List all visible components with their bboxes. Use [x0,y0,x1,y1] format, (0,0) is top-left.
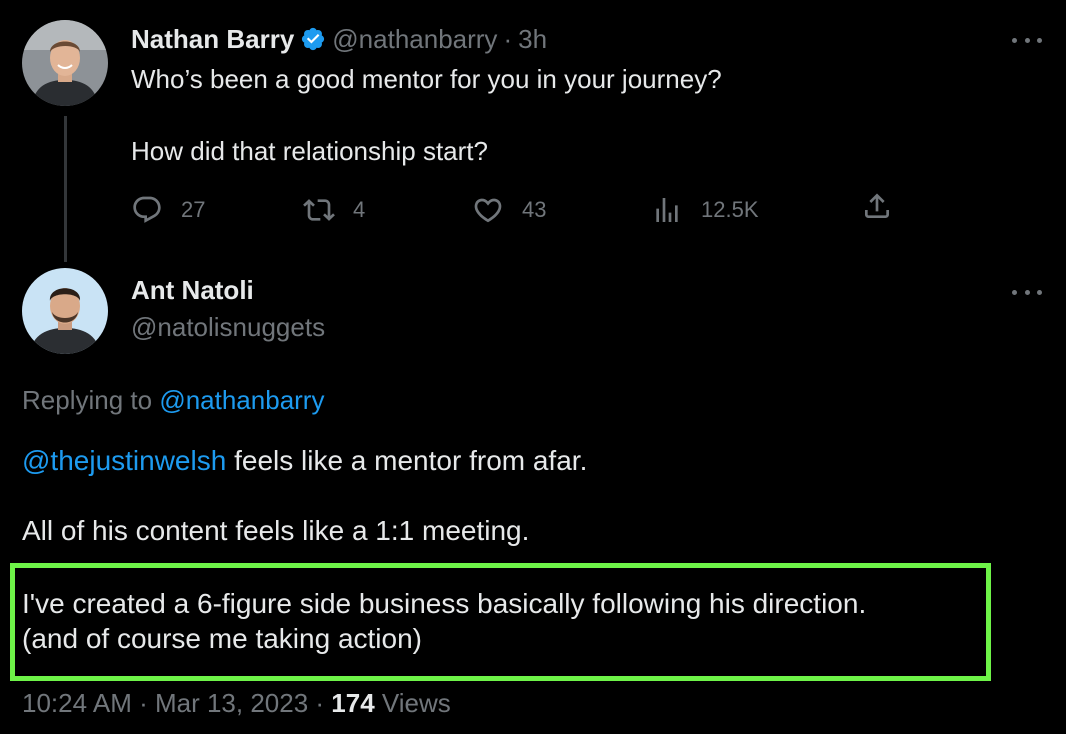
share-icon [865,193,889,218]
reply-button[interactable]: 27 [131,190,205,230]
retweet-icon [303,199,335,221]
reply-count: 27 [181,197,206,222]
analytics-icon [656,198,678,222]
views-button[interactable]: 12.5K [651,190,759,230]
share-button[interactable] [861,190,893,222]
reply-text-line-2: All of his content feels like a 1:1 meet… [22,515,530,546]
views-count: 12.5K [701,197,759,222]
retweet-button[interactable]: 4 [303,190,365,230]
avatar-photo-icon [22,268,108,354]
replying-to-label: Replying to [22,385,160,415]
tweet-header: Nathan Barry @nathanbarry · 3h [131,22,547,56]
avatar-photo-icon [22,20,108,106]
tweet-text-line-2: How did that relationship start? [131,136,488,166]
tweet-actions-bar: 27 4 43 12.5K [131,190,911,230]
like-count: 43 [522,197,547,222]
more-options-icon[interactable] [1012,30,1042,50]
tweet-timestamp[interactable]: 10:24 AM · Mar 13, 2023 · [22,688,331,718]
verified-badge-icon [300,26,326,52]
heart-icon [474,198,502,223]
tweet-time[interactable]: 3h [518,22,547,56]
mention-link[interactable]: @thejustinwelsh [22,445,226,476]
reply-text-line-3: I've created a 6-figure side business ba… [22,588,867,619]
thread-connector-line [64,116,67,262]
author-name[interactable]: Nathan Barry [131,22,294,56]
reply-text-line-1-rest: feels like a mentor from afar. [226,445,588,476]
tweet-text-line-1: Who’s been a good mentor for you in your… [131,64,722,94]
replying-to-line: Replying to @nathanbarry [22,383,324,417]
views-total: 174 [331,688,375,718]
reply-text-line-1: @thejustinwelsh feels like a mentor from… [22,443,587,479]
views-label: Views [374,688,451,718]
reply-icon [133,196,161,223]
reply-author-name[interactable]: Ant Natoli [131,273,254,307]
tweet-meta: 10:24 AM · Mar 13, 2023 · 174 Views [22,686,451,720]
reply-more-options-icon[interactable] [1012,282,1042,302]
reply-text-line-4: (and of course me taking action) [22,623,422,654]
header-separator: · [503,24,513,54]
avatar-nathan-barry[interactable] [22,20,108,106]
retweet-count: 4 [353,197,366,222]
replying-to-handle-link[interactable]: @nathanbarry [159,385,324,415]
author-handle[interactable]: @nathanbarry [332,22,497,56]
like-button[interactable]: 43 [472,190,546,230]
reply-author-handle[interactable]: @natolisnuggets [131,310,325,344]
avatar-ant-natoli[interactable] [22,268,108,354]
